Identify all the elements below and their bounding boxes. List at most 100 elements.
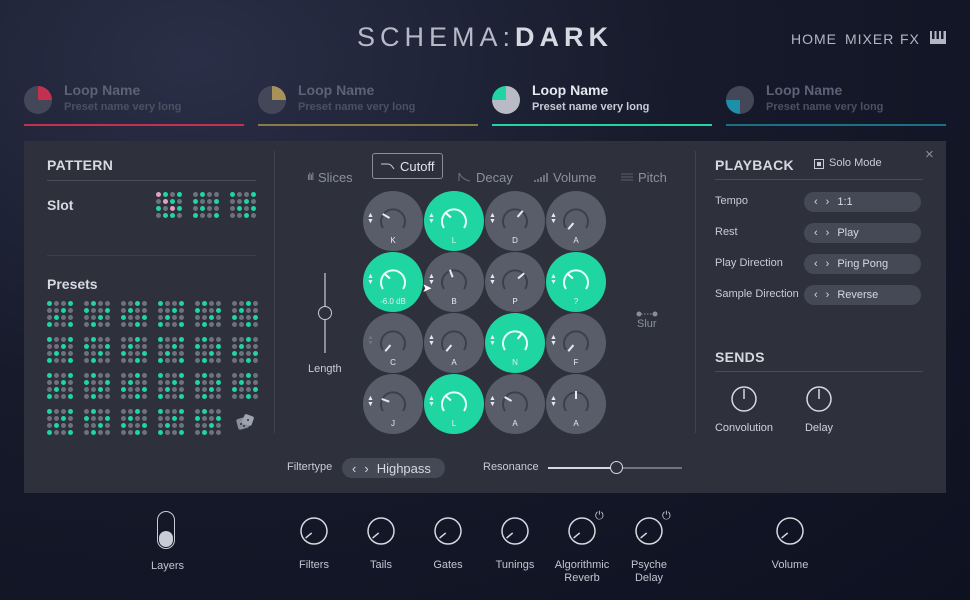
chevron-right-icon[interactable]: ›	[826, 227, 830, 239]
pad-arrows-icon[interactable]: ▲ ▼	[550, 334, 557, 347]
knob-3[interactable]	[433, 516, 463, 551]
preset-pattern[interactable]	[84, 301, 110, 327]
pad-8[interactable]: ▲ ▼?	[546, 252, 606, 312]
preset-pattern[interactable]	[47, 337, 73, 363]
pad-16[interactable]: ▲ ▼ A	[546, 374, 606, 434]
nav-fx[interactable]: FX	[900, 31, 920, 47]
knob-6[interactable]	[634, 516, 664, 551]
preset-pattern[interactable]	[158, 373, 184, 399]
pad-9[interactable]: ▲ ▼ C	[363, 313, 423, 373]
filtertype-select[interactable]: ‹ › Highpass	[342, 458, 445, 478]
preset-pattern[interactable]	[84, 409, 110, 435]
preset-pattern[interactable]	[195, 301, 221, 327]
preset-pattern[interactable]	[84, 337, 110, 363]
dice-icon[interactable]	[235, 413, 255, 433]
preset-pattern[interactable]	[47, 409, 73, 435]
tab-cutoff[interactable]: Cutoff	[372, 153, 444, 179]
pad-arrows-icon[interactable]: ▲ ▼	[428, 395, 435, 408]
preset-pattern[interactable]	[232, 373, 258, 399]
chevron-right-icon[interactable]: ›	[826, 196, 830, 208]
pad-arrows-icon[interactable]: ▲ ▼	[367, 273, 374, 286]
pad-5[interactable]: ▲ ▼ -6.0 dB	[363, 252, 423, 312]
tab-slices[interactable]: ılıl Slices	[307, 166, 353, 188]
slot-pattern[interactable]	[193, 192, 219, 218]
layer-tab-4[interactable]: Loop Name Preset name very long	[726, 80, 946, 126]
tab-decay[interactable]: Decay	[458, 166, 513, 188]
preset-pattern[interactable]	[195, 409, 221, 435]
pad-arrows-icon[interactable]: ▲ ▼	[550, 395, 557, 408]
chevron-left-icon[interactable]: ‹	[352, 461, 356, 476]
preset-pattern[interactable]	[158, 337, 184, 363]
pad-10[interactable]: ▲ ▼ A	[424, 313, 484, 373]
power-icon[interactable]: ⏻	[595, 510, 604, 523]
preset-pattern[interactable]	[121, 337, 147, 363]
playback-row-select[interactable]: ‹ › Ping Pong	[804, 254, 921, 274]
playback-row-select[interactable]: ‹ › Play	[804, 223, 921, 243]
pad-1[interactable]: ▲ ▼ K	[363, 191, 423, 251]
chevron-left-icon[interactable]: ‹	[814, 196, 818, 208]
pad-12[interactable]: ▲ ▼ F	[546, 313, 606, 373]
pad-arrows-icon[interactable]: ▲ ▼	[489, 273, 496, 286]
pad-arrows-icon[interactable]: ▲ ▼	[367, 212, 374, 225]
preset-pattern[interactable]	[232, 337, 258, 363]
pad-arrows-icon[interactable]: ▲ ▼	[367, 334, 374, 347]
pad-arrows-icon[interactable]: ▲ ▼	[489, 395, 496, 408]
preset-pattern[interactable]	[47, 373, 73, 399]
piano-keys-icon[interactable]	[930, 31, 946, 44]
power-icon[interactable]: ⏻	[662, 510, 671, 523]
slot-pattern[interactable]	[230, 192, 256, 218]
pad-arrows-icon[interactable]: ▲ ▼	[550, 273, 557, 286]
tab-volume[interactable]: Volume	[534, 166, 596, 188]
solo-mode-checkbox[interactable]	[814, 159, 824, 169]
pad-arrows-icon[interactable]: ▲ ▼	[489, 334, 496, 347]
layers-switch[interactable]	[157, 511, 175, 549]
pad-arrows-icon[interactable]: ▲ ▼	[428, 334, 435, 347]
pad-11[interactable]: ▲ ▼ N	[485, 313, 545, 373]
close-icon[interactable]: ×	[925, 146, 934, 163]
tab-pitch[interactable]: Pitch	[621, 166, 667, 188]
preset-pattern[interactable]	[158, 301, 184, 327]
chevron-left-icon[interactable]: ‹	[814, 258, 818, 270]
pad-15[interactable]: ▲ ▼ A	[485, 374, 545, 434]
knob-4[interactable]	[500, 516, 530, 551]
knob-5[interactable]	[567, 516, 597, 551]
chevron-right-icon[interactable]: ›	[826, 289, 830, 301]
knob-2[interactable]	[366, 516, 396, 551]
layer-tab-1[interactable]: Loop Name Preset name very long	[24, 80, 244, 126]
pad-7[interactable]: ▲ ▼ P	[485, 252, 545, 312]
playback-row-select[interactable]: ‹ › 1:1	[804, 192, 921, 212]
chevron-left-icon[interactable]: ‹	[814, 289, 818, 301]
knob-7[interactable]	[775, 516, 805, 551]
pad-14[interactable]: ▲ ▼ L	[424, 374, 484, 434]
pad-3[interactable]: ▲ ▼ D	[485, 191, 545, 251]
slur-icon[interactable]	[636, 305, 658, 317]
preset-pattern[interactable]	[121, 373, 147, 399]
preset-pattern[interactable]	[121, 301, 147, 327]
preset-pattern[interactable]	[232, 301, 258, 327]
nav-mixer[interactable]: MIXER	[845, 31, 894, 47]
nav-home[interactable]: HOME	[791, 31, 837, 47]
preset-pattern[interactable]	[195, 337, 221, 363]
preset-pattern[interactable]	[84, 373, 110, 399]
length-slider-thumb[interactable]	[318, 306, 332, 320]
playback-row-select[interactable]: ‹ › Reverse	[804, 285, 921, 305]
chevron-left-icon[interactable]: ‹	[814, 227, 818, 239]
preset-pattern[interactable]	[47, 301, 73, 327]
knob-1[interactable]	[299, 516, 329, 551]
pad-arrows-icon[interactable]: ▲ ▼	[367, 395, 374, 408]
chevron-right-icon[interactable]: ›	[364, 461, 368, 476]
slot-pattern[interactable]	[156, 192, 182, 218]
pad-2[interactable]: ▲ ▼ L	[424, 191, 484, 251]
pad-4[interactable]: ▲ ▼ A	[546, 191, 606, 251]
chevron-right-icon[interactable]: ›	[826, 258, 830, 270]
layer-tab-3[interactable]: Loop Name Preset name very long	[492, 80, 712, 126]
preset-pattern[interactable]	[195, 373, 221, 399]
pad-arrows-icon[interactable]: ▲ ▼	[550, 212, 557, 225]
pad-arrows-icon[interactable]: ▲ ▼	[489, 212, 496, 225]
pad-arrows-icon[interactable]: ▲ ▼	[428, 212, 435, 225]
convolution-knob[interactable]	[730, 385, 758, 418]
preset-pattern[interactable]	[121, 409, 147, 435]
preset-pattern[interactable]	[158, 409, 184, 435]
resonance-slider-thumb[interactable]	[610, 461, 624, 474]
layer-tab-2[interactable]: Loop Name Preset name very long	[258, 80, 478, 126]
